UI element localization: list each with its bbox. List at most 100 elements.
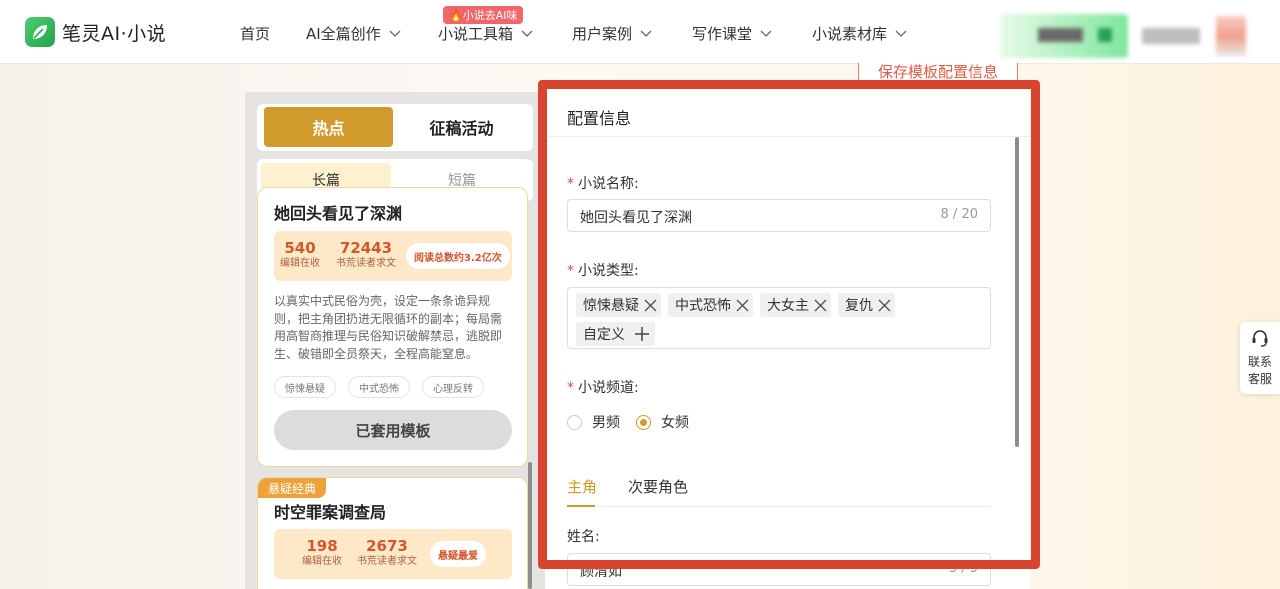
type-tag: 中式恐怖 <box>668 293 753 317</box>
novel-channel-label-text: 小说频道: <box>578 380 639 396</box>
readers-value: 2673 <box>366 537 408 555</box>
customer-service-line1: 联系 <box>1247 355 1272 369</box>
card-stats: 198 编辑在收 2673 书荒读者求文 悬疑最爱 <box>274 529 512 579</box>
category-tabs: 热点 征稿活动 <box>257 104 533 151</box>
read-count-pill: 阅读总数约3.2亿次 <box>406 243 510 269</box>
config-title: 配置信息 <box>567 109 632 128</box>
redacted-text <box>1038 28 1083 42</box>
config-header: 配置信息 <box>545 87 1030 137</box>
readers-value: 72443 <box>339 239 393 257</box>
card-tag: 惊悚悬疑 <box>274 376 336 398</box>
required-mark: * <box>567 176 574 192</box>
type-tag-label: 复仇 <box>845 298 873 314</box>
top-nav: 笔灵AI·小说 首页 AI全篇创作 🔥小说去AI味 小说工具箱 用户案例 写作课… <box>0 0 1280 64</box>
card-tag: 心理反转 <box>422 376 484 398</box>
novel-name-label-text: 小说名称: <box>578 176 639 192</box>
type-tag-label: 大女主 <box>767 298 809 314</box>
card-tag: 中式恐怖 <box>348 376 410 398</box>
leaf-logo-icon <box>25 17 55 47</box>
nav-ai-full-creation-label: AI全篇创作 <box>306 25 381 43</box>
nav-novel-toolbox[interactable]: 小说工具箱 <box>438 23 533 44</box>
avatar[interactable] <box>1216 16 1246 56</box>
channel-radio-male[interactable]: 男频 <box>567 412 620 432</box>
editors-stat: 540 编辑在收 <box>280 239 320 271</box>
customer-service-line2: 客服 <box>1247 372 1272 386</box>
novel-name-label: * 小说名称: <box>567 173 639 193</box>
nav-writing-class[interactable]: 写作课堂 <box>692 23 772 44</box>
nav-writing-class-label: 写作课堂 <box>692 25 753 43</box>
nav-user-cases[interactable]: 用户案例 <box>572 23 652 44</box>
plus-icon <box>635 327 649 341</box>
type-tag-label: 中式恐怖 <box>675 298 731 314</box>
tab-hot[interactable]: 热点 <box>264 107 393 147</box>
nav-ai-full-creation[interactable]: AI全篇创作 <box>306 23 401 44</box>
chevron-down-icon <box>895 30 907 37</box>
card-title: 她回头看见了深渊 <box>274 204 403 223</box>
scrollbar[interactable] <box>528 462 532 589</box>
card-stats: 540 编辑在收 72443 书荒读者求文 阅读总数约3.2亿次 <box>274 231 512 281</box>
user-name[interactable] <box>1142 28 1200 44</box>
customer-service-button[interactable]: 联系 客服 <box>1240 322 1280 394</box>
divider <box>567 506 991 507</box>
novel-name-value: 她回头看见了深渊 <box>580 210 692 226</box>
readers-stat: 72443 书荒读者求文 <box>333 239 399 271</box>
custom-type-label: 自定义 <box>583 327 625 343</box>
brand-logo[interactable]: 笔灵AI·小说 <box>25 17 166 47</box>
tab-submission-events[interactable]: 征稿活动 <box>397 107 526 147</box>
close-icon[interactable] <box>644 299 657 312</box>
nav-home[interactable]: 首页 <box>240 23 270 44</box>
nav-home-label: 首页 <box>240 25 271 43</box>
chevron-down-icon <box>640 30 652 37</box>
template-applied-button[interactable]: 已套用模板 <box>274 410 512 450</box>
card-title: 时空罪案调查局 <box>274 503 387 522</box>
card-description: 以真实中式民俗为壳，设定一条条诡异规则，把主角团扔进无限循环的副本；每局需用高智… <box>274 294 503 361</box>
close-icon[interactable] <box>736 299 749 312</box>
person-name-value: 顾清如 <box>580 564 622 580</box>
tab-protagonist[interactable]: 主角 <box>567 476 597 497</box>
type-tag-label: 惊悚悬疑 <box>583 298 639 314</box>
nav-material-library-label: 小说素材库 <box>812 25 888 43</box>
radio-button[interactable] <box>567 414 582 430</box>
novel-type-selector[interactable]: 惊悚悬疑 中式恐怖 大女主 复仇 自定义 <box>567 287 991 349</box>
scrollbar[interactable] <box>1015 137 1019 447</box>
char-counter: 8 / 20 <box>940 207 978 222</box>
novel-channel-label: * 小说频道: <box>567 377 639 397</box>
type-tag: 大女主 <box>760 293 831 317</box>
headset-icon <box>1252 330 1268 347</box>
channel-radio-female[interactable]: 女频 <box>636 412 689 432</box>
save-template-config-label: 保存模板配置信息 <box>877 63 998 81</box>
active-tab-indicator <box>567 505 595 507</box>
nav-user-cases-label: 用户案例 <box>572 25 633 43</box>
genre-pill: 悬疑最爱 <box>430 541 486 567</box>
novel-type-label-text: 小说类型: <box>578 263 639 279</box>
person-name-input[interactable]: 顾清如 3 / 5 <box>567 553 991 586</box>
close-icon[interactable] <box>878 299 891 312</box>
channel-female-label: 女频 <box>661 415 689 431</box>
readers-label: 书荒读者求文 <box>357 556 417 567</box>
card-ribbon: 悬疑经典 <box>258 478 327 498</box>
required-mark: * <box>567 380 574 396</box>
nav-material-library[interactable]: 小说素材库 <box>812 23 907 44</box>
redacted-icon <box>1098 28 1112 42</box>
readers-label: 书荒读者求文 <box>336 258 396 269</box>
channel-male-label: 男频 <box>592 415 620 431</box>
template-card[interactable]: 她回头看见了深渊 540 编辑在收 72443 书荒读者求文 阅读总数约3.2亿… <box>257 187 528 467</box>
editors-value: 540 <box>284 239 316 257</box>
config-panel: 配置信息 * 小说名称: 她回头看见了深渊 8 / 20 * 小说类型: 惊悚悬疑 … <box>545 87 1030 589</box>
type-tag: 复仇 <box>838 293 895 317</box>
tab-secondary-characters[interactable]: 次要角色 <box>628 476 688 497</box>
nav-novel-toolbox-label: 小说工具箱 <box>438 25 514 43</box>
novel-name-input[interactable]: 她回头看见了深渊 8 / 20 <box>567 199 991 232</box>
template-panel: 热点 征稿活动 长篇 短篇 她回头看见了深渊 540 编辑在收 72443 书荒… <box>245 92 545 589</box>
close-icon[interactable] <box>814 299 827 312</box>
char-counter: 3 / 5 <box>948 561 978 576</box>
radio-button-selected[interactable] <box>636 414 651 430</box>
editors-label: 编辑在收 <box>280 258 320 269</box>
type-tag: 惊悚悬疑 <box>576 293 661 317</box>
custom-type-button[interactable]: 自定义 <box>576 322 655 346</box>
readers-stat: 2673 书荒读者求文 <box>354 537 420 569</box>
novel-type-label: * 小说类型: <box>567 260 639 280</box>
template-card[interactable]: 悬疑经典 时空罪案调查局 198 编辑在收 2673 书荒读者求文 悬疑最爱 <box>257 477 528 589</box>
editors-value: 198 <box>306 537 338 555</box>
save-template-config-button[interactable]: 保存模板配置信息 <box>858 63 1018 81</box>
